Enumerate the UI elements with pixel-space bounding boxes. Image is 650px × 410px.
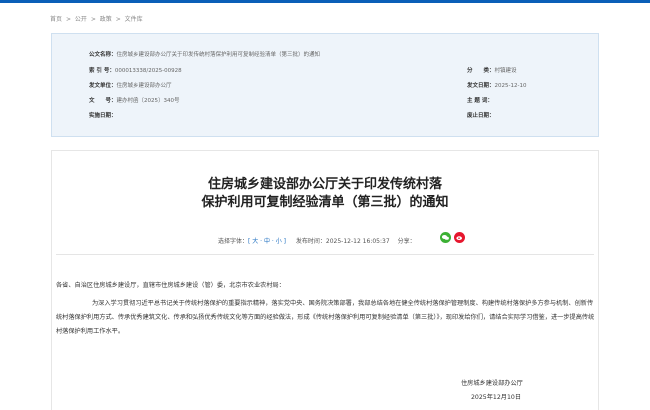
article-signer: 住房城乡建设部办公厅 bbox=[461, 380, 523, 387]
publish-time: 2025-12-12 16:05:37 bbox=[325, 238, 390, 245]
info-value: 000013338/2025-00928 bbox=[114, 68, 182, 74]
info-value: 住房城乡建设部办公厅关于印发传统村落保护利用可复制经验清单（第三批）的通知 bbox=[116, 52, 321, 58]
info-keywords: 主 题 词： bbox=[467, 96, 493, 104]
breadcrumb-separator: > bbox=[115, 16, 121, 23]
info-index-number: 索 引 号：000013338/2025-00928 bbox=[89, 66, 182, 74]
font-size-switcher[interactable]: [ 大 · 中 · 小 ] bbox=[248, 238, 286, 245]
info-doc-number: 文 号：建办村函〔2025〕340号 bbox=[89, 96, 180, 104]
breadcrumb-policy[interactable]: 政策 bbox=[100, 16, 112, 23]
info-key: 文 号： bbox=[89, 98, 117, 104]
info-expiry-date: 废止日期： bbox=[467, 111, 495, 119]
info-value: 住房城乡建设部办公厅 bbox=[116, 83, 172, 89]
article-addressee: 各省、自治区住房城乡建设厅，直辖市住房城乡建设（管）委，北京市农业农村局： bbox=[56, 282, 285, 289]
breadcrumb: 首页 > 公开 > 政策 > 文件库 bbox=[50, 14, 145, 23]
article-title-line-1: 住房城乡建设部办公厅关于印发传统村落 bbox=[207, 177, 442, 192]
info-issuer: 发文单位：住房城乡建设部办公厅 bbox=[89, 81, 172, 89]
breadcrumb-public[interactable]: 公开 bbox=[75, 16, 87, 23]
article-sign-date: 2025年12月10日 bbox=[471, 394, 522, 401]
publish-time-label: 发布时间： bbox=[295, 238, 326, 245]
article-title-line-2: 保护利用可复制经验清单（第三批）的通知 bbox=[201, 195, 449, 210]
wechat-icon[interactable] bbox=[440, 232, 451, 243]
info-value: 2025-12-10 bbox=[494, 83, 527, 89]
info-key: 实施日期： bbox=[89, 113, 117, 119]
article-body-paragraph: 为深入学习贯彻习近平总书记关于传统村落保护的重要指示精神，落实党中央、国务院决策… bbox=[56, 300, 595, 335]
info-key: 分 类： bbox=[467, 68, 495, 74]
info-key: 索 引 号： bbox=[89, 68, 115, 74]
info-category: 分 类：村镇建设 bbox=[467, 66, 517, 74]
article-divider bbox=[56, 254, 594, 255]
weibo-icon[interactable] bbox=[454, 232, 465, 243]
info-key: 废止日期： bbox=[467, 113, 495, 119]
info-key: 发文单位： bbox=[89, 83, 117, 89]
info-key: 发文日期： bbox=[467, 83, 495, 89]
info-issue-date: 发文日期：2025-12-10 bbox=[467, 81, 526, 89]
info-value: 村镇建设 bbox=[494, 68, 517, 74]
top-bar bbox=[0, 0, 650, 3]
breadcrumb-file-library[interactable]: 文件库 bbox=[125, 16, 143, 23]
info-doc-name: 公文名称：住房城乡建设部办公厅关于印发传统村落保护利用可复制经验清单（第三批）的… bbox=[89, 50, 320, 58]
info-value: 建办村函〔2025〕340号 bbox=[116, 98, 180, 104]
share-label: 分享： bbox=[397, 238, 416, 245]
breadcrumb-home[interactable]: 首页 bbox=[50, 16, 62, 23]
breadcrumb-separator: > bbox=[90, 16, 96, 23]
font-size-label: 选择字体： bbox=[218, 238, 249, 245]
info-key: 公文名称： bbox=[89, 52, 117, 58]
info-effective-date: 实施日期： bbox=[89, 111, 117, 119]
article-meta: 选择字体：[ 大 · 中 · 小 ] 发布时间：2025-12-12 16:05… bbox=[218, 236, 416, 245]
info-key: 主 题 词： bbox=[467, 98, 493, 104]
breadcrumb-separator: > bbox=[65, 16, 71, 23]
